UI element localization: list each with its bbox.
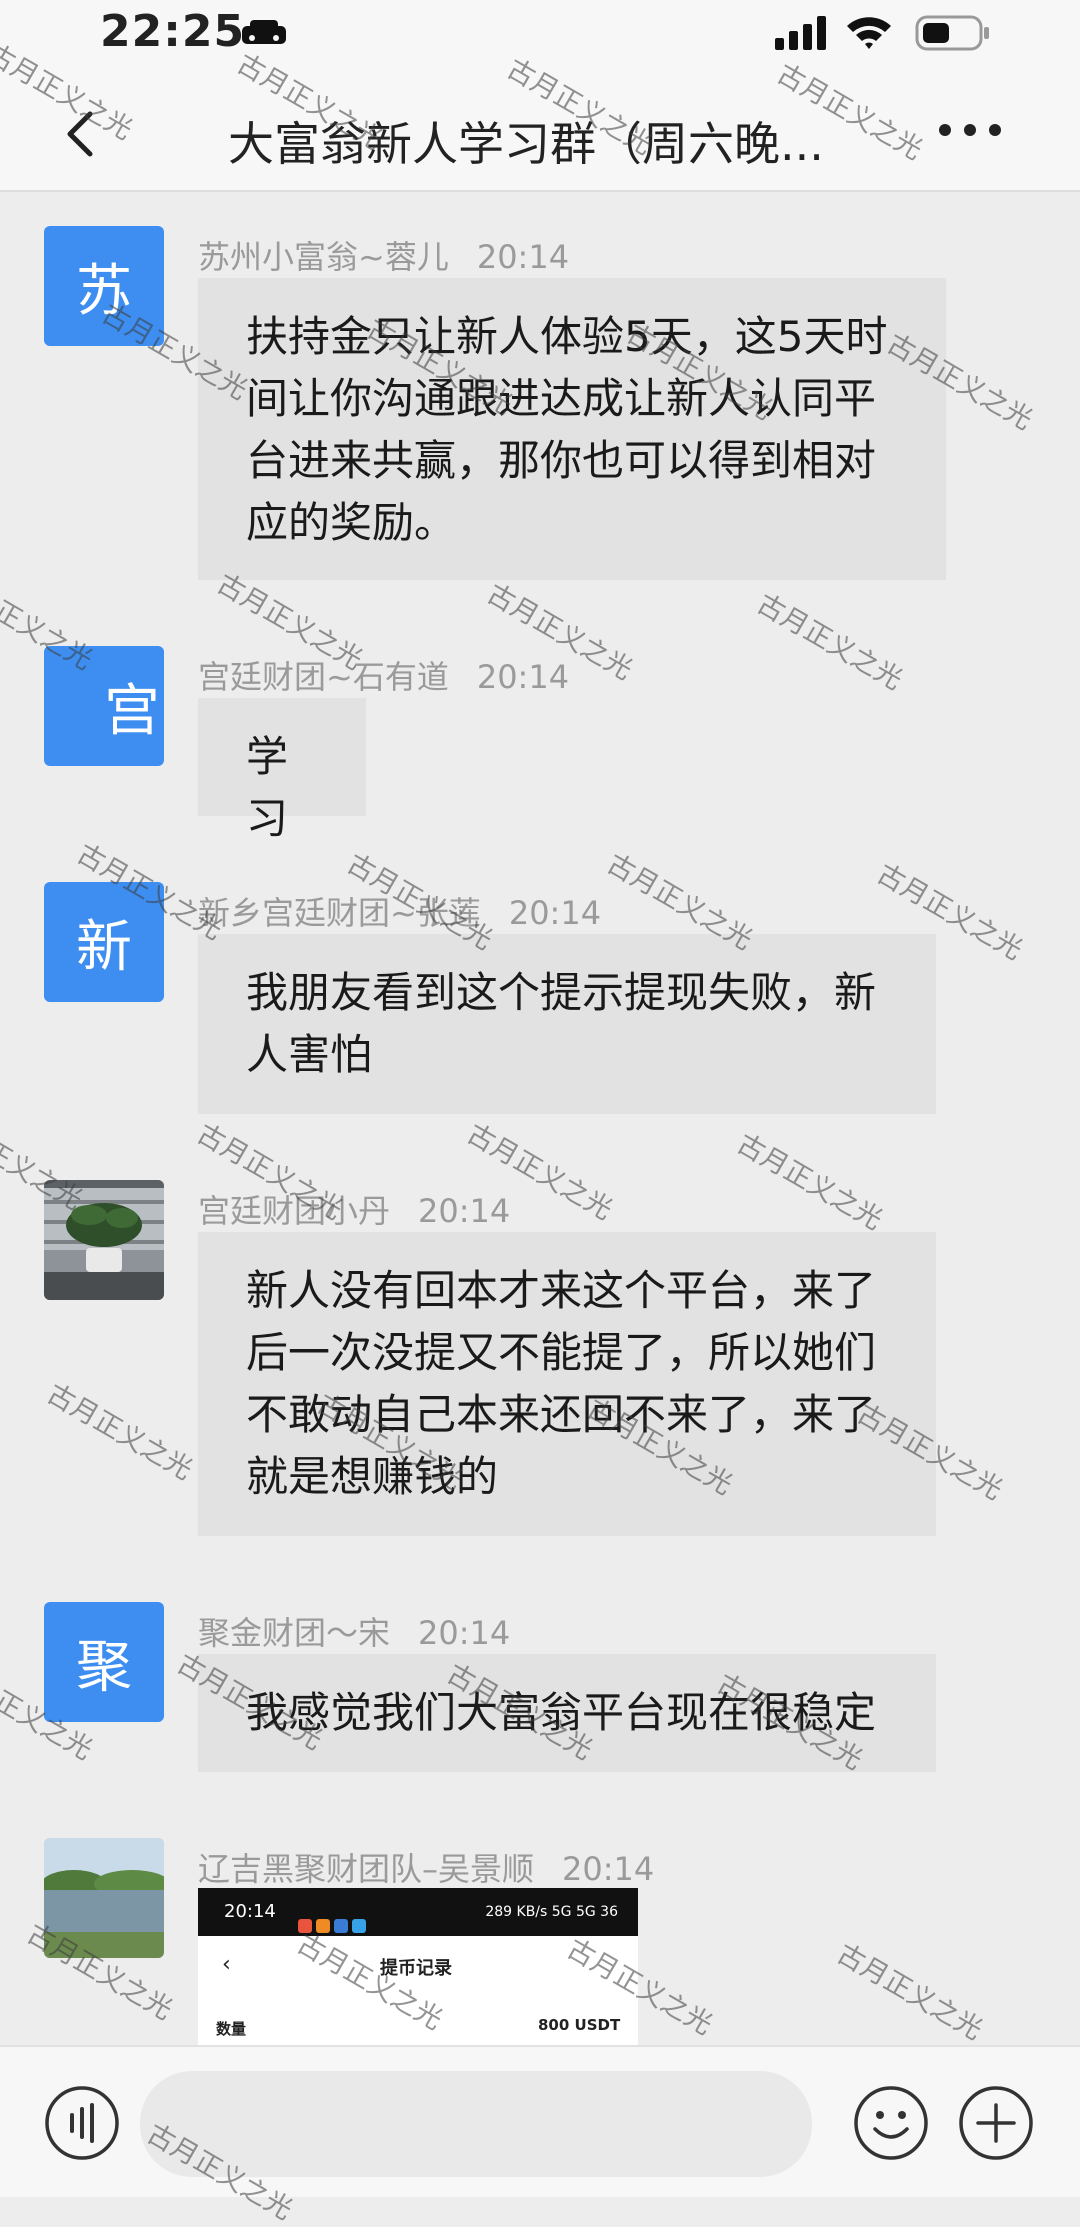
message-input[interactable]: [140, 2071, 812, 2177]
message-bubble[interactable]: 学习: [198, 698, 366, 843]
sender-line: 苏州小富翁~蓉儿 20:14: [198, 232, 569, 278]
sender-line: 宫廷财团小丹 20:14: [198, 1186, 510, 1232]
screenshot-status-bar: 20:14 289 KB/s 5G 5G 36: [198, 1888, 638, 1936]
sender-line: 辽吉黑聚财团队–吴景顺 20:14: [198, 1844, 654, 1890]
input-bar: [0, 2045, 1080, 2197]
emoji-button[interactable]: [853, 2085, 929, 2161]
avatar[interactable]: [44, 1180, 164, 1300]
screenshot-row: 数量 800 USDT: [198, 1996, 638, 2046]
screenshot-row-value: 800 USDT: [538, 2016, 621, 2034]
message-bubble[interactable]: 我朋友看到这个提示提现失败，新人害怕: [198, 934, 936, 1114]
more-features-button[interactable]: [958, 2085, 1034, 2161]
sender-line: 聚金财团～宋 20:14: [198, 1608, 510, 1654]
message-time: 20:14: [476, 658, 570, 696]
screenshot-status-right: 289 KB/s 5G 5G 36: [485, 1904, 618, 1920]
signal-icon: [775, 16, 826, 50]
screenshot-back-icon: ‹: [222, 1952, 231, 1977]
back-button[interactable]: [56, 104, 106, 164]
message-time: 20:14: [476, 238, 570, 276]
screenshot-time: 20:14: [224, 1901, 276, 1922]
car-icon: [242, 20, 286, 44]
avatar[interactable]: [44, 1838, 164, 1958]
message-bubble[interactable]: 扶持金只让新人体验5天，这5天时间让你沟通跟进达成让新人认同平台进来共赢，那你也…: [198, 278, 946, 580]
chat-title: 大富翁新人学习群（周六晚...: [228, 117, 824, 171]
screenshot-title: 提币记录: [380, 1958, 452, 1979]
avatar[interactable]: 苏: [44, 226, 164, 346]
sender-name: 聚金财团～宋: [198, 1614, 391, 1652]
status-time: 22:25: [100, 6, 246, 57]
sender-name: 宫廷财团小丹: [198, 1192, 391, 1230]
sender-name: 辽吉黑聚财团队–吴景顺: [198, 1850, 535, 1888]
sender-name: 苏州小富翁~蓉儿: [198, 238, 449, 276]
watermark-text: 古月正义之光: [831, 1938, 988, 2047]
sender-line: 宫廷财团~石有道 20:14: [198, 652, 569, 698]
avatar[interactable]: 宫: [44, 646, 164, 766]
watermark-text: 古月正义之光: [731, 1128, 888, 1237]
plant-photo: [44, 1180, 164, 1300]
sender-name: 新乡宫廷财团~张莲: [198, 894, 481, 932]
sender-name: 宫廷财团~石有道: [198, 658, 449, 696]
screenshot-nav: ‹ 提币记录: [198, 1936, 638, 1996]
message-bubble[interactable]: 新人没有回本才来这个平台，来了后一次没提又不能提了，所以她们不敢动自己本来还回不…: [198, 1232, 936, 1536]
message-bubble[interactable]: 我感觉我们大富翁平台现在很稳定: [198, 1654, 936, 1772]
watermark-text: 古月正义之光: [751, 588, 908, 697]
message-time: 20:14: [508, 894, 602, 932]
battery-icon: [915, 15, 989, 51]
wifi-icon: [847, 17, 891, 49]
message-time: 20:14: [418, 1614, 511, 1652]
landscape-photo: [44, 1838, 164, 1958]
more-options-button[interactable]: [935, 118, 1005, 142]
voice-input-button[interactable]: [44, 2085, 120, 2161]
chat-header: 大富翁新人学习群（周六晚...: [0, 70, 1080, 192]
status-bar: 22:25: [0, 0, 1080, 70]
watermark-text: 古月正义之光: [41, 1378, 198, 1487]
screenshot-row-label: 数量: [216, 2020, 247, 2038]
avatar[interactable]: 新: [44, 882, 164, 1002]
avatar[interactable]: 聚: [44, 1602, 164, 1722]
message-time: 20:14: [562, 1850, 655, 1888]
message-time: 20:14: [418, 1192, 511, 1230]
sender-line: 新乡宫廷财团~张莲 20:14: [198, 888, 601, 934]
